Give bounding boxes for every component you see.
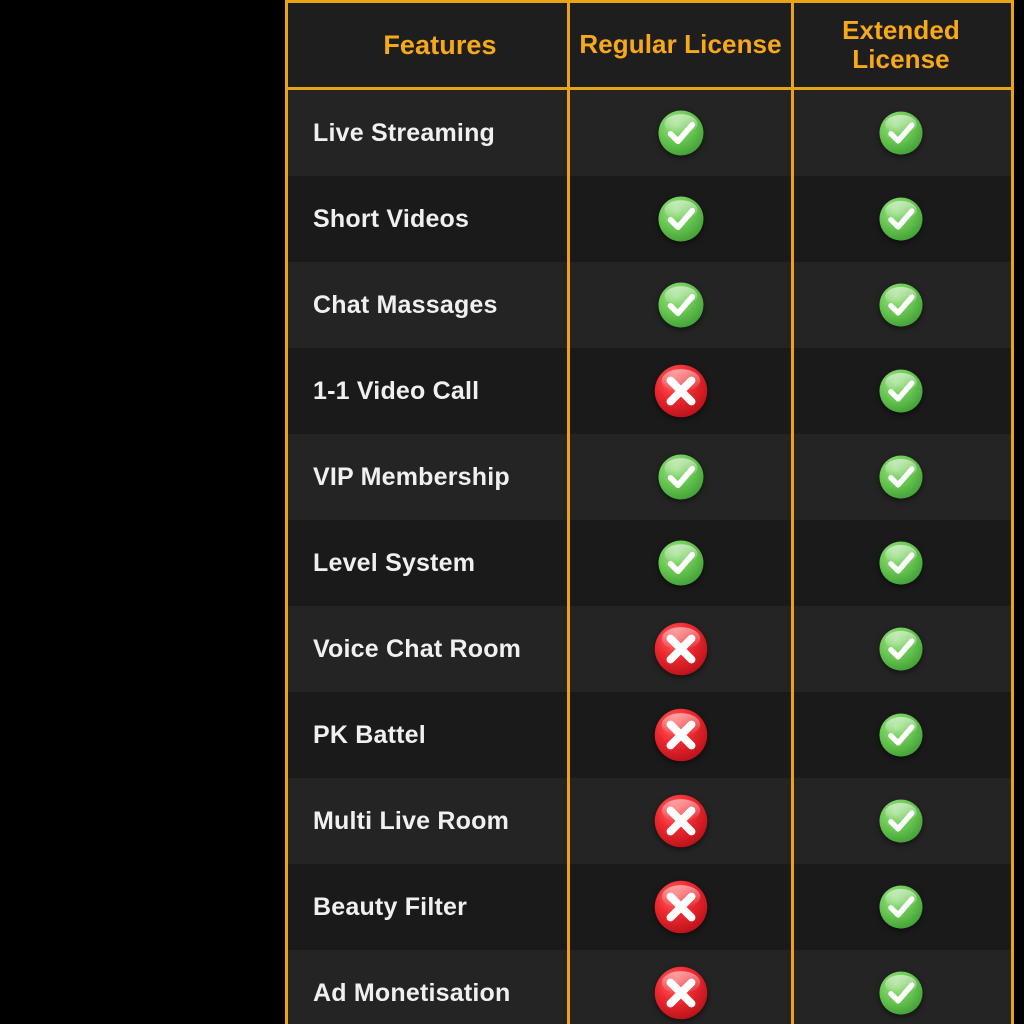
column-header-features: Features: [288, 3, 567, 87]
extended-license-status-cell: [791, 692, 1008, 778]
column-header-extended-license-label: Extended License: [842, 14, 960, 74]
table-row: Chat Massages: [288, 262, 1011, 348]
table-header-row: Features Regular License Extended Licens…: [288, 3, 1011, 90]
table-row: Beauty Filter: [288, 864, 1011, 950]
green-check-circle-icon: [879, 197, 923, 241]
green-check-circle-icon: [879, 111, 923, 155]
table-row: Multi Live Room: [288, 778, 1011, 864]
feature-label: Ad Monetisation: [313, 978, 511, 1007]
feature-label: Live Streaming: [313, 118, 496, 147]
table-body: Live Streaming Short Videos Chat Massage…: [288, 90, 1011, 1024]
regular-license-status-cell: [567, 778, 791, 864]
extended-license-status-cell: [791, 778, 1008, 864]
green-check-circle-icon: [879, 541, 923, 585]
green-check-circle-icon: [879, 971, 923, 1015]
feature-label: VIP Membership: [313, 462, 510, 491]
regular-license-status-cell: [567, 692, 791, 778]
regular-license-status-cell: [567, 606, 791, 692]
feature-label: Beauty Filter: [313, 892, 468, 921]
regular-license-status-cell: [567, 950, 791, 1024]
extended-license-status-cell: [791, 348, 1008, 434]
red-cross-circle-icon: [654, 880, 707, 934]
column-header-extended-license: Extended License: [791, 3, 1008, 87]
green-check-circle-icon: [879, 799, 923, 843]
extended-license-status-cell: [791, 950, 1008, 1024]
feature-name-cell: Short Videos: [288, 176, 567, 262]
extended-license-status-cell: [791, 434, 1008, 520]
table-row: Live Streaming: [288, 90, 1011, 176]
regular-license-status-cell: [567, 434, 791, 520]
green-check-circle-icon: [658, 282, 703, 328]
feature-name-cell: Live Streaming: [288, 90, 567, 176]
regular-license-status-cell: [567, 262, 791, 348]
column-header-regular-license-label: Regular License: [579, 29, 782, 60]
table-row: PK Battel: [288, 692, 1011, 778]
feature-label: Voice Chat Room: [313, 634, 522, 663]
feature-label: Short Videos: [313, 204, 470, 233]
screen-root: Features Regular License Extended Licens…: [0, 0, 1024, 1024]
feature-label: 1-1 Video Call: [313, 376, 480, 405]
green-check-circle-icon: [658, 540, 703, 586]
feature-name-cell: VIP Membership: [288, 434, 567, 520]
feature-label: Chat Massages: [313, 290, 498, 319]
green-check-circle-icon: [879, 283, 923, 327]
column-header-extended-license-line2: License: [852, 44, 950, 74]
feature-label: Multi Live Room: [313, 806, 510, 835]
table-row: Short Videos: [288, 176, 1011, 262]
feature-name-cell: 1-1 Video Call: [288, 348, 567, 434]
extended-license-status-cell: [791, 520, 1008, 606]
table-row: 1-1 Video Call: [288, 348, 1011, 434]
extended-license-status-cell: [791, 176, 1008, 262]
feature-label: Level System: [313, 548, 476, 577]
feature-name-cell: Level System: [288, 520, 567, 606]
feature-label: PK Battel: [313, 720, 426, 749]
column-header-extended-license-line1: Extended: [842, 14, 960, 45]
regular-license-status-cell: [567, 348, 791, 434]
feature-name-cell: PK Battel: [288, 692, 567, 778]
license-comparison-table: Features Regular License Extended Licens…: [285, 0, 1014, 1024]
red-cross-circle-icon: [654, 364, 707, 418]
feature-name-cell: Ad Monetisation: [288, 950, 567, 1024]
regular-license-status-cell: [567, 90, 791, 176]
feature-name-cell: Chat Massages: [288, 262, 567, 348]
green-check-circle-icon: [879, 713, 923, 757]
green-check-circle-icon: [879, 627, 923, 671]
red-cross-circle-icon: [654, 966, 707, 1020]
green-check-circle-icon: [879, 369, 923, 413]
extended-license-status-cell: [791, 90, 1008, 176]
extended-license-status-cell: [791, 262, 1008, 348]
table-row: Voice Chat Room: [288, 606, 1011, 692]
green-check-circle-icon: [879, 455, 923, 499]
extended-license-status-cell: [791, 864, 1008, 950]
column-header-features-label: Features: [383, 29, 497, 60]
green-check-circle-icon: [879, 885, 923, 929]
green-check-circle-icon: [658, 454, 703, 500]
feature-name-cell: Beauty Filter: [288, 864, 567, 950]
green-check-circle-icon: [658, 110, 703, 156]
column-header-regular-license: Regular License: [567, 3, 791, 87]
feature-name-cell: Multi Live Room: [288, 778, 567, 864]
red-cross-circle-icon: [654, 622, 707, 676]
feature-name-cell: Voice Chat Room: [288, 606, 567, 692]
red-cross-circle-icon: [654, 794, 707, 848]
regular-license-status-cell: [567, 520, 791, 606]
table-row: VIP Membership: [288, 434, 1011, 520]
regular-license-status-cell: [567, 176, 791, 262]
regular-license-status-cell: [567, 864, 791, 950]
table-row: Ad Monetisation: [288, 950, 1011, 1024]
green-check-circle-icon: [658, 196, 703, 242]
extended-license-status-cell: [791, 606, 1008, 692]
table-row: Level System: [288, 520, 1011, 606]
red-cross-circle-icon: [654, 708, 707, 762]
